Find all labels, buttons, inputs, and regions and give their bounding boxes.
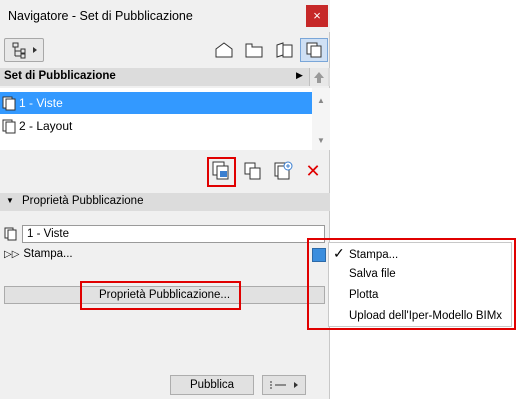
scroll-down-icon[interactable]: ▼ [317,136,325,145]
list-item-label: 1 - Viste [19,96,63,110]
tab-publisher-sets[interactable] [300,38,328,62]
publisher-set-icon [4,227,17,241]
highlight-menu [307,238,516,330]
publisher-set-icon [2,119,16,134]
toolbar [0,32,330,68]
tab-layout-book[interactable] [270,38,298,62]
tab-project-map[interactable] [210,38,238,62]
project-map-icon [12,42,37,59]
navigator-palette: Navigatore - Set di Pubblicazione × Set … [0,0,330,399]
publish-button[interactable]: Pubblica [170,375,254,395]
window-title: Navigatore - Set di Pubblicazione [8,9,193,23]
scroll-up-icon[interactable]: ▲ [317,96,325,105]
highlight-new-set [207,157,236,187]
publisher-set-list: 1 - Viste 2 - Layout [0,88,330,150]
close-button[interactable]: × [306,5,328,27]
view-map-tab-icon [245,43,263,58]
publisher-set-icon [2,96,16,111]
list-scrollbar[interactable]: ▲ ▼ [312,88,330,150]
add-item-icon [274,161,293,180]
publish-method: ▷▷ Stampa... [4,248,73,262]
title-bar: Navigatore - Set di Pubblicazione × [0,0,330,32]
properties-header-label: Proprietà Pubblicazione [22,195,144,207]
bottom-bar: Pubblica [0,365,330,399]
project-map-dropdown-button[interactable] [4,38,44,62]
layout-book-tab-icon [276,42,293,58]
publisher-set-label: Set di Pubblicazione [4,70,116,82]
list-item-label: 2 - Layout [19,119,73,133]
double-chevron-icon: ▷▷ [4,249,20,260]
set-name-field[interactable]: 1 - Viste [22,225,325,243]
options-dropdown-button[interactable] [262,375,306,395]
duplicate-set-icon [244,162,261,180]
chevron-right-icon[interactable]: ▶ [296,70,303,81]
add-item-button[interactable] [270,158,296,184]
publisher-set-header[interactable]: Set di Pubblicazione ▶ [0,68,330,86]
delete-button[interactable]: ✕ [300,158,326,184]
action-bar: ✕ [0,150,330,192]
list-item[interactable]: 2 - Layout [0,115,312,137]
list-item[interactable]: 1 - Viste [0,92,312,114]
up-arrow-button[interactable] [309,68,328,86]
properties-header[interactable]: ▼ Proprietà Pubblicazione [0,193,330,211]
tab-view-map[interactable] [240,38,268,62]
highlight-properties-button [80,281,241,310]
publish-method-label: Stampa... [23,248,73,260]
delete-icon: ✕ [305,160,321,181]
project-map-tab-icon [215,42,233,58]
publisher-sets-tab-icon [306,42,322,58]
up-level-icon [314,72,324,83]
duplicate-set-button[interactable] [240,158,266,184]
collapse-triangle-icon[interactable]: ▼ [6,196,14,205]
options-menu-icon [270,381,298,389]
